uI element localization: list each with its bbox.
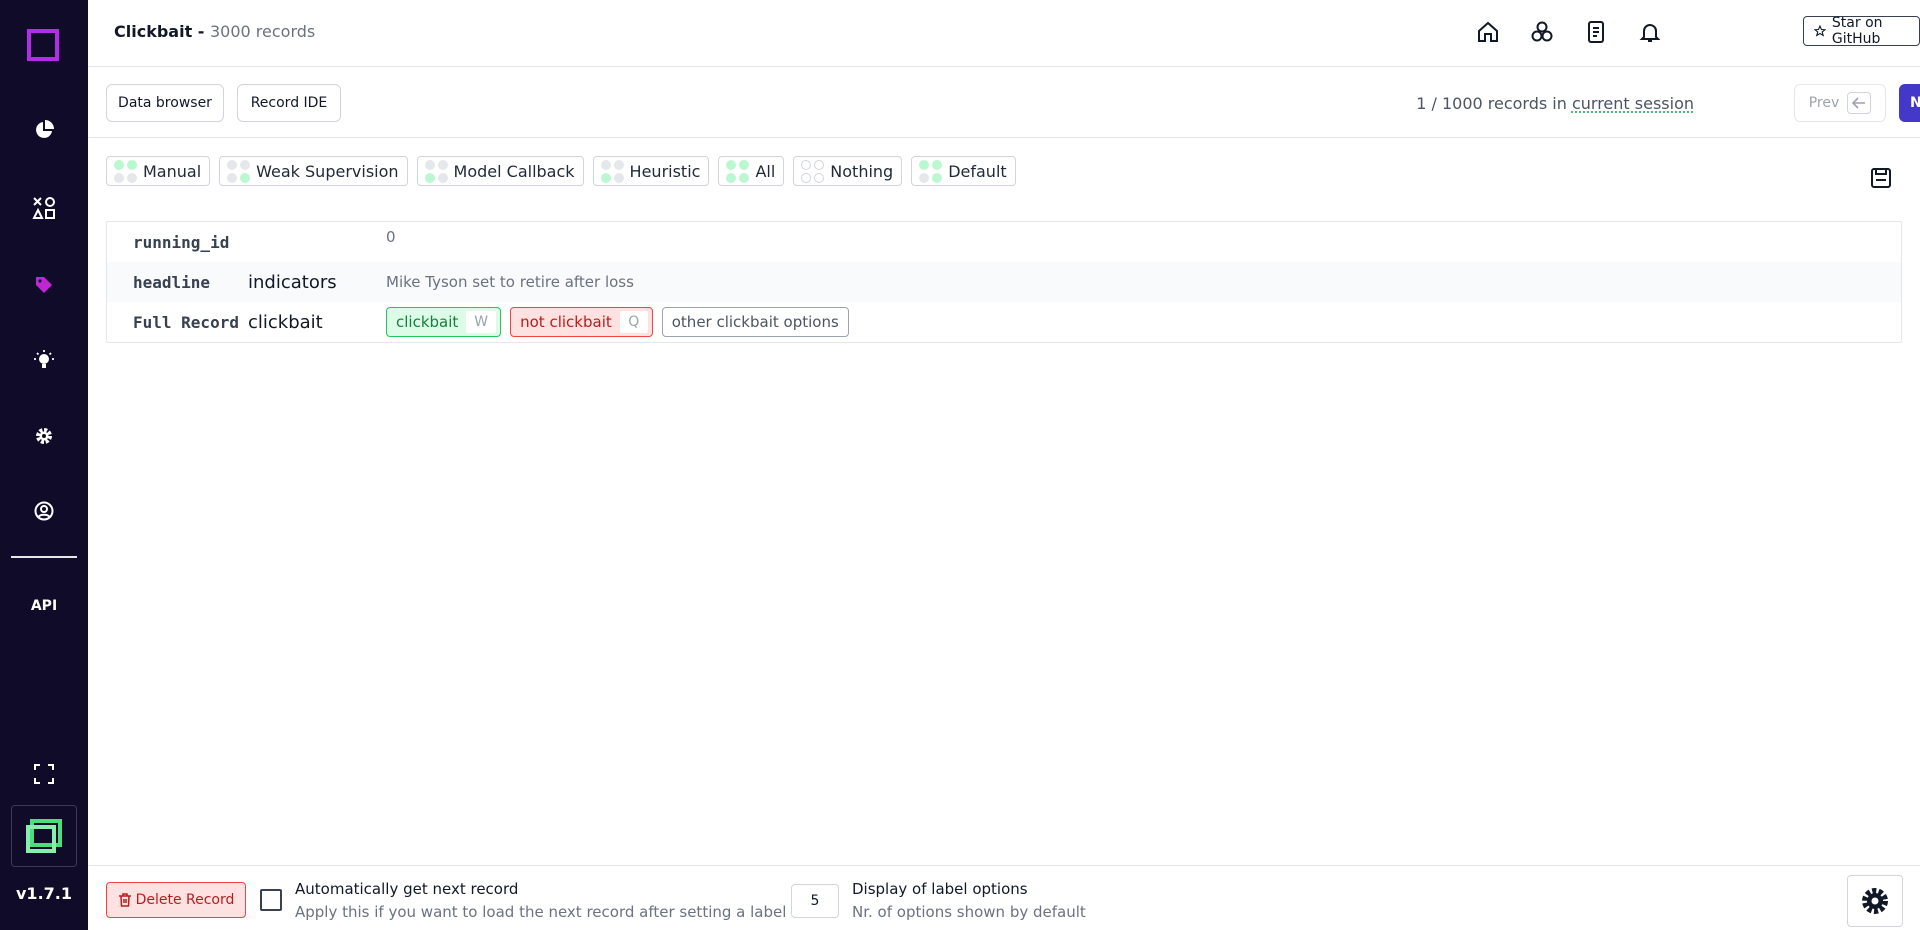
filter-label: All [755,161,776,181]
project-title: Clickbait - 3000 records [114,22,315,41]
filter-model-callback[interactable]: Model Callback [416,156,584,186]
source-dots-icon [114,159,137,183]
source-dots-icon [919,159,943,183]
top-bar: Clickbait - 3000 records Star on GitHub [88,0,1920,67]
session-count: 1 / 1000 records in [1416,94,1572,113]
display-options-text: Display of label options Nr. of options … [852,880,1086,921]
brand-logo [11,805,77,867]
bell-icon[interactable] [1636,18,1664,46]
shapes-icon[interactable] [30,194,58,222]
filter-label: Weak Supervision [256,161,399,181]
source-dots-icon [726,159,750,183]
display-options-subtitle: Nr. of options shown by default [852,903,1086,921]
prev-button[interactable]: Prev [1794,84,1886,122]
auto-next-checkbox[interactable] [260,889,282,911]
home-icon[interactable] [1474,18,1502,46]
fullscreen-icon[interactable] [30,760,58,788]
filter-manual[interactable]: Manual [106,156,211,186]
filter-label: Heuristic [629,161,701,181]
filter-all[interactable]: All [718,156,785,186]
current-session-link[interactable]: current session [1572,94,1694,113]
filter-heuristic[interactable]: Heuristic [592,156,710,186]
label-display-count-input[interactable]: 5 [791,884,839,918]
auto-next-subtitle: Apply this if you want to load the next … [295,903,787,921]
tag-icon[interactable] [30,271,58,299]
documentation-icon[interactable] [1582,18,1610,46]
session-info: 1 / 1000 records in current session [1416,94,1694,113]
auto-next-title: Automatically get next record [295,880,519,898]
label-clickbait[interactable]: clickbait W [386,307,502,337]
record-table: running_id 0 headline indicators Mike Ty… [106,221,1902,343]
pie-chart-icon[interactable] [30,116,58,144]
label-not-clickbait[interactable]: not clickbait Q [510,307,653,337]
delete-label: Delete Record [135,892,235,908]
api-link[interactable]: API [0,598,88,614]
sidebar-divider [11,556,77,558]
attribute-value: 0 [386,228,396,246]
table-row: running_id 0 [107,222,1901,262]
source-filters: Manual Weak Supervision Model Callback Heur… [106,156,1016,186]
arrow-left-icon [1847,92,1872,114]
other-options-button[interactable]: other clickbait options [661,307,849,337]
display-options-title: Display of label options [852,880,1028,898]
record-ide-button[interactable]: Record IDE [237,84,341,122]
source-dots-icon [600,159,624,183]
filter-label: Default [948,161,1007,181]
gear-icon[interactable] [30,422,58,450]
star-icon [1814,24,1826,37]
prev-label: Prev [1808,95,1840,111]
attribute-name: headline [133,272,211,292]
filter-nothing[interactable]: Nothing [793,156,903,186]
bulb-icon[interactable] [30,346,58,374]
record-toolbar: Data browser Record IDE 1 / 1000 records… [88,67,1920,138]
star-github-button[interactable]: Star on GitHub [1803,15,1920,47]
integrations-icon[interactable] [1528,18,1556,46]
task-name: indicators [248,271,337,293]
footer: Delete Record Automatically get next rec… [88,865,1920,930]
hotkey: Q [619,311,648,333]
user-circle-icon[interactable] [30,497,58,525]
table-row: Full Record clickbait clickbait W not cl… [107,302,1901,342]
filter-weak-supervision[interactable]: Weak Supervision [219,156,408,186]
save-icon[interactable] [1870,167,1892,189]
filter-label: Manual [143,161,202,181]
github-label: Star on GitHub [1831,15,1883,47]
auto-next-text: Automatically get next record Apply this… [295,880,786,921]
task-name: clickbait [248,311,323,333]
settings-button[interactable] [1847,875,1903,927]
attribute-value: Mike Tyson set to retire after loss [386,273,634,291]
gear-icon [1862,888,1888,914]
version-label: v1.7.1 [16,884,72,903]
data-browser-button[interactable]: Data browser [106,84,224,122]
next-button[interactable]: Next [1899,84,1920,122]
source-dots-icon [424,159,448,183]
next-label: Next [1910,95,1920,111]
sidebar: API v1.7.1 [0,0,88,930]
attribute-name: Full Record [133,312,239,332]
filter-default[interactable]: Default [911,156,1016,186]
project-name: Clickbait - [114,22,210,41]
record-count: 3000 records [210,22,316,41]
trash-icon [118,893,131,907]
filter-label: Model Callback [453,161,575,181]
app-logo[interactable] [26,28,60,62]
label-name: clickbait [396,313,459,331]
label-name: not clickbait [520,313,612,331]
table-row: headline indicators Mike Tyson set to re… [107,262,1901,302]
source-dots-icon [801,159,825,183]
hotkey: W [466,311,497,333]
source-dots-icon [227,159,251,183]
attribute-name: running_id [133,232,230,252]
delete-record-button[interactable]: Delete Record [106,882,246,918]
label-options: clickbait W not clickbait Q other clickb… [386,307,849,337]
filter-label: Nothing [830,161,894,181]
